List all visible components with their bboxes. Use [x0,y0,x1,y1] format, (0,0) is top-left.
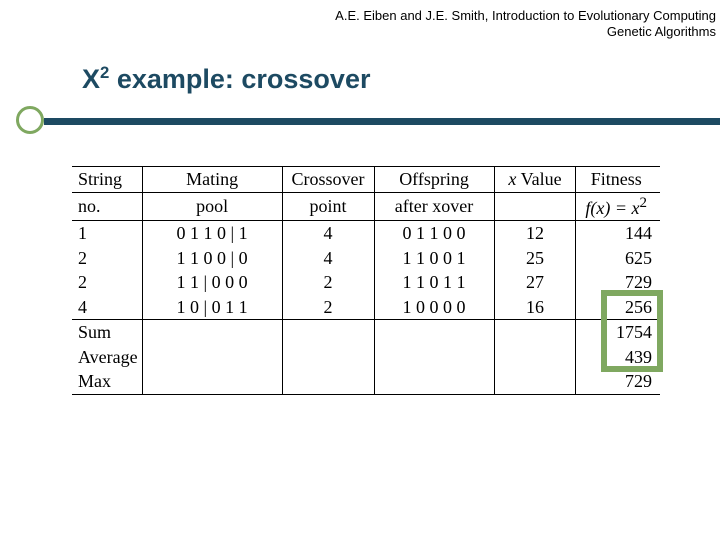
cell-fit: 256 [576,295,660,320]
attribution: A.E. Eiben and J.E. Smith, Introduction … [335,8,716,41]
blank [282,369,374,394]
table-row: 2 1 1 0 0 | 0 4 1 1 0 0 1 25 625 [72,246,660,271]
summary-label: Max [72,369,142,394]
hdr-pool: pool [142,192,282,221]
hdr-crossover: Crossover [282,167,374,193]
table-header-row2: no. pool point after xover f(x) = x2 [72,192,660,221]
title-sup: 2 [100,63,109,82]
summary-fit: 1754 [576,320,660,345]
cell-off: 1 0 0 0 0 [374,295,494,320]
hdr-string: String [72,167,142,193]
cell-cp: 2 [282,295,374,320]
cell-off: 1 1 0 0 1 [374,246,494,271]
cell-fit: 729 [576,270,660,295]
hdr-afterxover: after xover [374,192,494,221]
cell-no: 1 [72,221,142,246]
hdr-fx-sup: 2 [640,195,648,211]
cell-cp: 4 [282,246,374,271]
cell-pool: 1 1 0 0 | 0 [142,246,282,271]
cell-no: 4 [72,295,142,320]
slide-title: X2 example: crossover [82,64,370,95]
hdr-fx-formula: f(x) = x [585,198,639,218]
summary-row-sum: Sum 1754 [72,320,660,345]
hdr-point: point [282,192,374,221]
cell-x: 12 [494,221,576,246]
slide: A.E. Eiben and J.E. Smith, Introduction … [0,0,720,540]
cell-pool: 1 1 | 0 0 0 [142,270,282,295]
cell-pool: 1 0 | 0 1 1 [142,295,282,320]
cell-off: 0 1 1 0 0 [374,221,494,246]
hdr-xvalue: x Value [494,167,576,193]
crossover-table: String Mating Crossover Offspring x Valu… [72,166,660,395]
table-header-row1: String Mating Crossover Offspring x Valu… [72,167,660,193]
summary-row-average: Average 439 [72,345,660,370]
cell-x: 25 [494,246,576,271]
cell-fit: 625 [576,246,660,271]
hdr-fitness: Fitness [576,167,660,193]
table-row: 2 1 1 | 0 0 0 2 1 1 0 1 1 27 729 [72,270,660,295]
bullet-icon [16,106,44,134]
hdr-value: Value [521,169,562,189]
blank [142,369,282,394]
attribution-line1: A.E. Eiben and J.E. Smith, Introduction … [335,8,716,24]
blank [494,320,576,345]
title-rest: example: crossover [109,64,370,94]
table-row: 1 0 1 1 0 | 1 4 0 1 1 0 0 12 144 [72,221,660,246]
cell-cp: 2 [282,270,374,295]
title-prefix: X [82,64,100,94]
hdr-no: no. [72,192,142,221]
blank [142,320,282,345]
cell-x: 27 [494,270,576,295]
cell-cp: 4 [282,221,374,246]
blank [374,345,494,370]
attribution-line2: Genetic Algorithms [335,24,716,40]
summary-row-max: Max 729 [72,369,660,394]
cell-pool: 0 1 1 0 | 1 [142,221,282,246]
summary-fit: 729 [576,369,660,394]
blank [494,345,576,370]
cell-off: 1 1 0 1 1 [374,270,494,295]
blank [282,320,374,345]
hdr-xvalue-blank [494,192,576,221]
hdr-mating: Mating [142,167,282,193]
cell-fit: 144 [576,221,660,246]
blank [494,369,576,394]
summary-fit: 439 [576,345,660,370]
hdr-fx: f(x) = x2 [576,192,660,221]
cell-x: 16 [494,295,576,320]
summary-label: Average [72,345,142,370]
blank [374,320,494,345]
title-underline [0,104,720,124]
cell-no: 2 [72,270,142,295]
blank [374,369,494,394]
hdr-offspring: Offspring [374,167,494,193]
summary-label: Sum [72,320,142,345]
blank [282,345,374,370]
cell-no: 2 [72,246,142,271]
hdr-x-italic: x [508,169,516,189]
blank [142,345,282,370]
underline-bar [44,118,720,125]
table-row: 4 1 0 | 0 1 1 2 1 0 0 0 0 16 256 [72,295,660,320]
